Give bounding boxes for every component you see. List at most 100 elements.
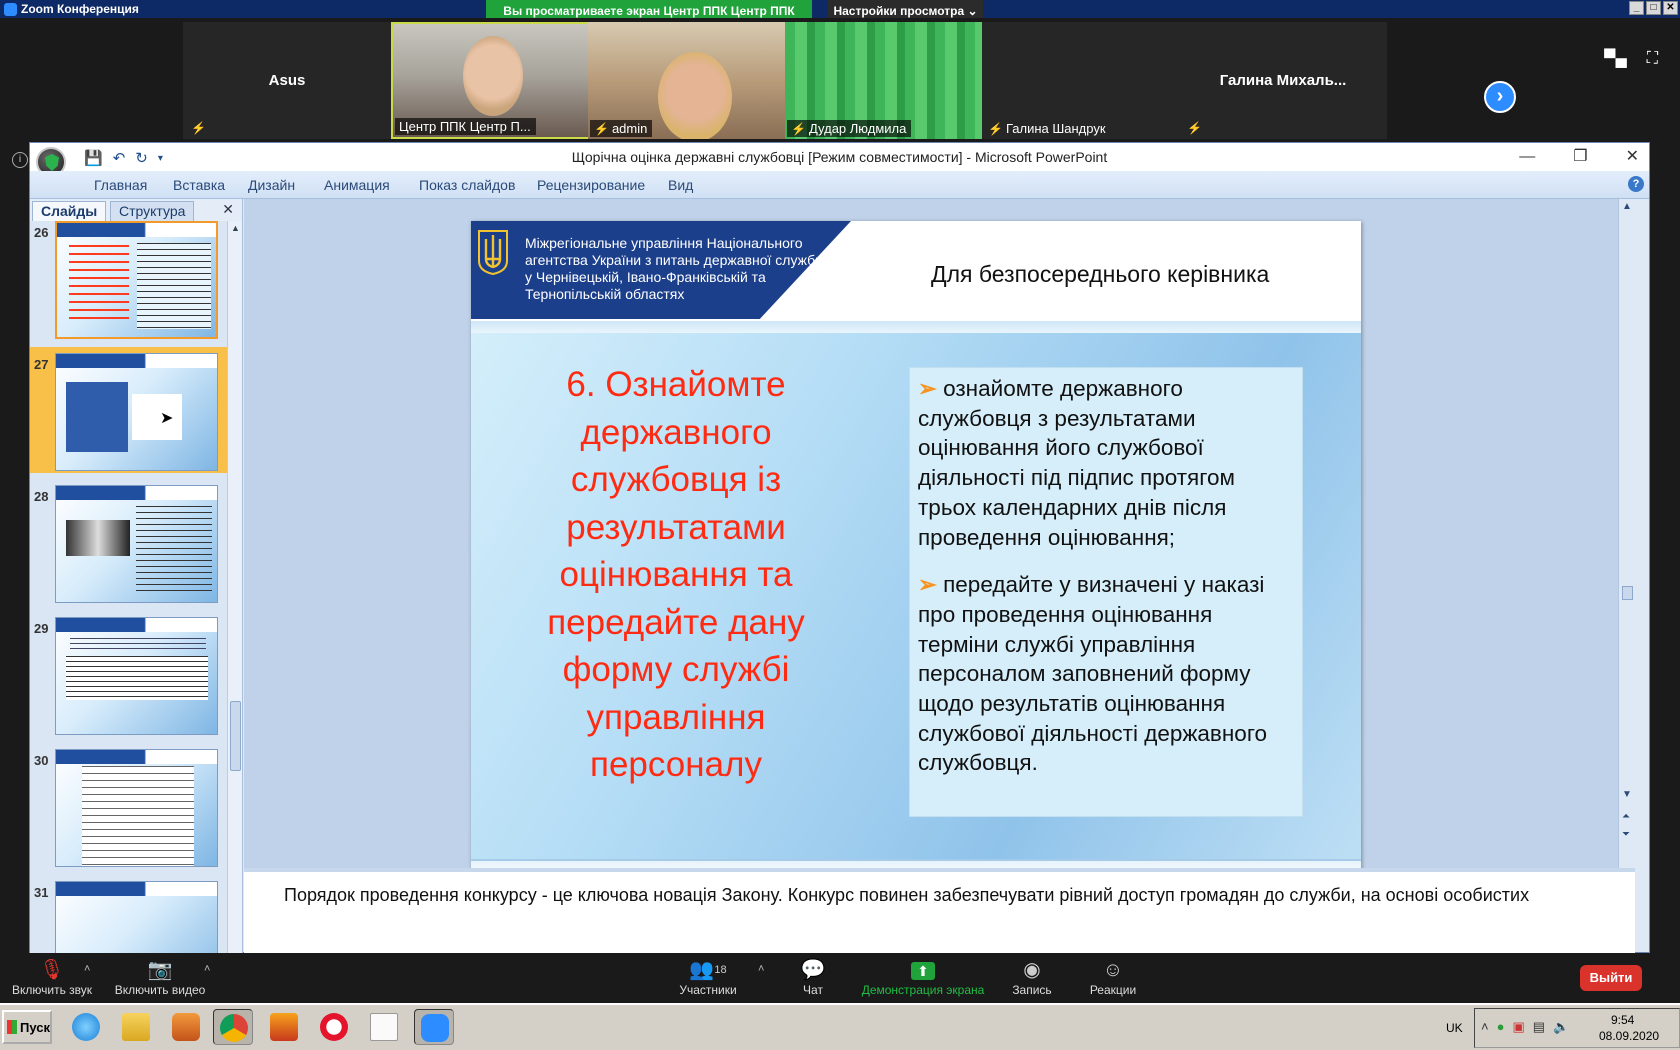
tab-slideshow[interactable]: Показ слайдов [419, 177, 515, 193]
tray-app-icon[interactable]: ▣ [1512, 1019, 1524, 1035]
video-options-caret-icon[interactable]: ˄ [204, 963, 210, 975]
tray-expand-icon[interactable]: ˄ [1481, 1019, 1489, 1035]
scroll-up-icon[interactable]: ▲ [231, 223, 240, 233]
scroll-thumb[interactable] [230, 701, 241, 771]
participant-tile-asus[interactable]: Asus ⚡ [183, 22, 391, 139]
share-screen-button[interactable]: ⬆ Демонстрация экрана [858, 957, 988, 997]
reactions-button[interactable]: ☺ Реакции [1082, 957, 1144, 997]
maximize-icon[interactable]: □ [1646, 1, 1661, 15]
bullet-text-box[interactable]: ➢ ознайомте державного службовця з резул… [909, 367, 1303, 817]
powerpoint-window: Щорічна оцінка державні службовці [Режим… [29, 142, 1650, 954]
participant-tile-mykhal[interactable]: Галина Михаль... ⚡ [1179, 22, 1387, 139]
taskbar-chrome[interactable] [213, 1009, 253, 1045]
close-panel-icon[interactable]: ✕ [222, 201, 234, 218]
slide-thumbnail[interactable] [55, 221, 218, 339]
tab-design[interactable]: Дизайн [248, 177, 295, 193]
record-button[interactable]: ◉ Запись [1004, 957, 1060, 997]
thumbnail-row[interactable]: 30 [30, 743, 227, 869]
taskbar-media-player[interactable] [166, 1009, 206, 1045]
participant-tile-centre-ppk[interactable]: Центр ППК Центр П... [391, 22, 599, 139]
notes-pane[interactable]: Порядок проведення конкурсу - це ключова… [244, 868, 1635, 954]
scroll-up-icon[interactable]: ▲ [1622, 201, 1632, 212]
record-label: Запись [1012, 983, 1052, 997]
participant-tile-admin[interactable]: ⚡ admin [588, 22, 796, 139]
next-slide-icon[interactable]: ⏷ [1622, 829, 1630, 840]
thumb-text-box [66, 656, 208, 700]
chat-button[interactable]: 💬 Чат [788, 957, 838, 997]
redo-icon[interactable]: ↻ [135, 149, 148, 167]
next-page-button[interactable]: › [1484, 81, 1516, 113]
help-icon[interactable]: ? [1628, 176, 1644, 192]
participants-caret-icon[interactable]: ˄ [758, 963, 764, 975]
tab-outline[interactable]: Структура [110, 201, 195, 221]
start-video-button[interactable]: 📷 Включить видео [114, 957, 206, 997]
camera-off-icon: 📷 [147, 959, 173, 981]
tray-shield-icon[interactable]: ● [1497, 1019, 1505, 1035]
notes-text: Порядок проведення конкурсу - це ключова… [284, 885, 1530, 905]
leave-button[interactable]: Выйти [1580, 965, 1642, 991]
customize-qat-icon[interactable]: ▾ [158, 153, 163, 164]
slide-number: 31 [34, 885, 49, 900]
tab-review[interactable]: Рецензирование [537, 177, 645, 193]
tab-insert[interactable]: Вставка [173, 177, 225, 193]
clock-date[interactable]: 08.09.2020 [1599, 1029, 1659, 1043]
document-icon [370, 1013, 398, 1041]
participant-tile-dudar[interactable]: ⚡ Дудар Людмила [785, 22, 993, 139]
minimize-icon[interactable]: — [1519, 143, 1535, 171]
previous-slide-icon[interactable]: ⏶ [1622, 811, 1630, 822]
slide-thumbnail[interactable]: ➤ [55, 353, 218, 471]
participants-count: 18 [714, 964, 727, 976]
thumbnail-row[interactable]: 29 [30, 611, 227, 737]
tab-animation[interactable]: Анимация [324, 177, 390, 193]
audio-options-caret-icon[interactable]: ˄ [84, 963, 90, 975]
taskbar-opera[interactable] [314, 1009, 354, 1045]
ppt-titlebar: Щорічна оцінка державні службовці [Режим… [30, 143, 1649, 171]
scroll-thumb[interactable] [1622, 586, 1633, 600]
save-icon[interactable]: 💾 [84, 149, 103, 167]
slide-thumbnail[interactable] [55, 749, 218, 867]
participant-name-bar: Центр ППК Центр П... [395, 118, 536, 135]
taskbar-explorer[interactable] [116, 1009, 156, 1045]
volume-icon[interactable]: 🔈 [1553, 1019, 1569, 1035]
current-slide[interactable]: Міжрегіональне управління Національного … [471, 221, 1361, 883]
clock-time[interactable]: 9:54 [1611, 1013, 1634, 1027]
close-icon[interactable]: ✕ [1663, 1, 1678, 15]
thumbnail-row[interactable]: 26 [30, 221, 227, 341]
layout-icon[interactable]: ▀▄ [1604, 50, 1627, 68]
slides-panel: Слайды Структура ✕ 26 27 ➤ 28 29 30 31 ▲ [30, 199, 243, 954]
start-button[interactable]: Пуск [2, 1010, 52, 1044]
slide-thumbnail[interactable] [55, 485, 218, 603]
thumbnail-row[interactable]: 28 [30, 479, 227, 605]
restore-icon[interactable]: ❐ [1573, 143, 1587, 171]
network-icon[interactable]: ▤ [1533, 1019, 1545, 1035]
tab-home[interactable]: Главная [94, 177, 147, 193]
taskbar-zoom[interactable] [414, 1009, 454, 1045]
participant-strip: Asus ⚡ Центр ППК Центр П... ⚡ admin ⚡ Дуда… [0, 18, 1680, 142]
thumbnail-row[interactable]: 31 [30, 875, 227, 954]
thumb-header [57, 223, 216, 237]
start-video-label: Включить видео [114, 983, 206, 997]
thumbnail-scrollbar[interactable]: ▲ [227, 221, 242, 954]
undo-icon[interactable]: ↶ [113, 149, 126, 167]
language-indicator[interactable]: UK [1446, 1021, 1463, 1035]
slide-scrollbar[interactable]: ▲ ▼ ⏶ ⏷ [1618, 199, 1635, 868]
tab-slides[interactable]: Слайды [32, 201, 107, 221]
thumbnail-row-selected[interactable]: 27 ➤ [30, 347, 227, 473]
info-icon[interactable]: i [12, 152, 28, 168]
slide-thumbnail[interactable] [55, 617, 218, 735]
taskbar-internet-explorer[interactable] [66, 1009, 106, 1045]
participant-name: Галина Шандрук [1005, 121, 1106, 136]
unmute-button[interactable]: 🎙 Включить звук [10, 957, 94, 997]
taskbar-app[interactable] [264, 1009, 304, 1045]
cursor-icon: ➤ [160, 410, 174, 427]
participants-button[interactable]: 👥18 Участники [676, 957, 740, 997]
slide-thumbnail[interactable] [55, 881, 218, 954]
close-icon[interactable]: ✕ [1626, 143, 1639, 171]
taskbar-file[interactable] [364, 1009, 404, 1045]
scroll-down-icon[interactable]: ▼ [1622, 789, 1632, 800]
participant-tile-shandruk[interactable]: ⚡ Галина Шандрук [982, 22, 1190, 139]
agency-name: Міжрегіональне управління Національного … [525, 235, 823, 302]
tab-view[interactable]: Вид [668, 177, 693, 193]
minimize-icon[interactable]: _ [1629, 1, 1644, 15]
fullscreen-icon[interactable]: ⛶ [1647, 50, 1658, 68]
